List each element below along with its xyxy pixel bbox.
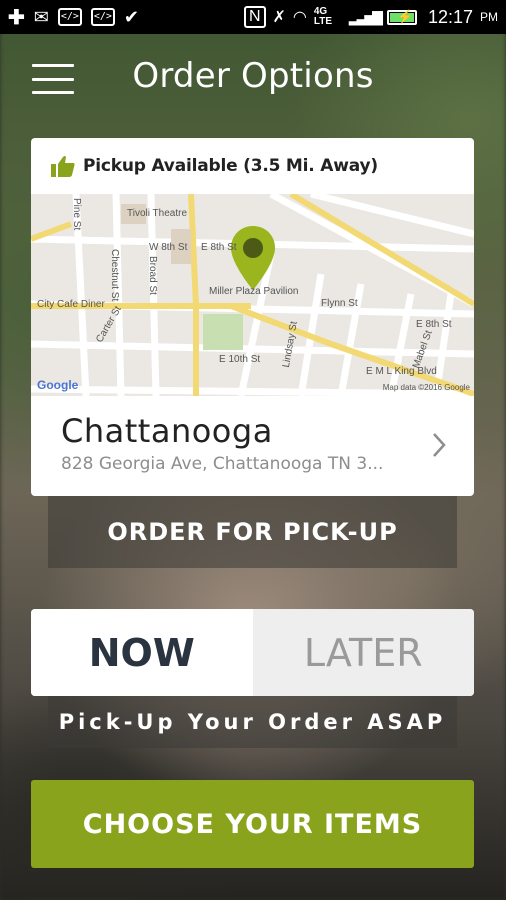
order-type-label: ORDER FOR PICK-UP <box>48 496 457 568</box>
map-label: Tivoli Theatre <box>127 208 188 219</box>
notification-icons: ✚ ✉ </> </> ✔ <box>8 5 139 30</box>
clock-time: 12:17 <box>427 6 473 27</box>
choose-items-button[interactable]: CHOOSE YOUR ITEMS <box>31 780 474 868</box>
map-label: Flynn St <box>321 298 358 309</box>
google-logo: Google <box>37 378 79 392</box>
thumbs-up-icon <box>51 156 75 177</box>
map-label: City Cafe Diner <box>37 299 105 310</box>
location-card: Pickup Available (3.5 Mi. Away) Tivoli T… <box>31 138 474 496</box>
location-map[interactable]: Tivoli Theatre W 8th St E 8th St Miller … <box>31 194 474 396</box>
map-label: E M L King Blvd <box>366 366 437 377</box>
map-label: E 8th St <box>201 242 237 253</box>
mute-icon: ✗ <box>272 9 286 26</box>
battery-icon: ⚡ <box>386 9 417 25</box>
status-bar: ✚ ✉ </> </> ✔ N ✗ ◠ 4G LTE ▂▃▅▇ ⚡ 12:17 … <box>0 0 506 34</box>
now-option[interactable]: NOW <box>31 609 253 696</box>
code-icon-2: </> <box>90 8 115 26</box>
timing-toggle: NOW LATER <box>31 609 474 696</box>
code-icon: </> <box>57 8 82 26</box>
pickup-status-row: Pickup Available (3.5 Mi. Away) <box>31 138 474 194</box>
pickup-status-text: Pickup Available (3.5 Mi. Away) <box>83 156 378 176</box>
page-title: Order Options <box>132 56 374 96</box>
system-icons: N ✗ ◠ 4G LTE ▂▃▅▇ ⚡ 12:17 PM <box>243 6 498 28</box>
gmail-icon: ✉ <box>33 6 49 27</box>
add-icon: ✚ <box>8 6 25 29</box>
location-address: 828 Georgia Ave, Chattanooga TN 3... <box>61 454 384 474</box>
clock-ampm: PM <box>480 10 498 24</box>
map-label: Miller Plaza Pavilion <box>209 286 299 297</box>
app-header: Order Options <box>0 34 506 122</box>
chat-icon: ✔ <box>123 6 139 27</box>
later-option[interactable]: LATER <box>252 609 474 696</box>
location-row[interactable]: Chattanooga 828 Georgia Ave, Chattanooga… <box>31 396 474 496</box>
nfc-icon: N <box>243 6 266 28</box>
location-name: Chattanooga <box>61 412 273 450</box>
map-label: Pine St <box>71 198 82 231</box>
wifi-icon: ◠ <box>292 9 307 26</box>
map-label: W 8th St <box>149 242 188 253</box>
map-label: Chestnut St <box>109 249 120 302</box>
signal-icon: ▂▃▅▇ <box>348 8 383 25</box>
map-label: E 10th St <box>219 354 261 365</box>
chevron-right-icon <box>433 433 446 457</box>
map-label: E 8th St <box>416 319 452 330</box>
map-credit: Map data ©2016 Google <box>382 383 470 392</box>
timing-caption: Pick-Up Your Order ASAP <box>48 696 457 748</box>
map-label: Broad St <box>147 256 158 295</box>
network-type: 4G LTE <box>313 6 333 27</box>
